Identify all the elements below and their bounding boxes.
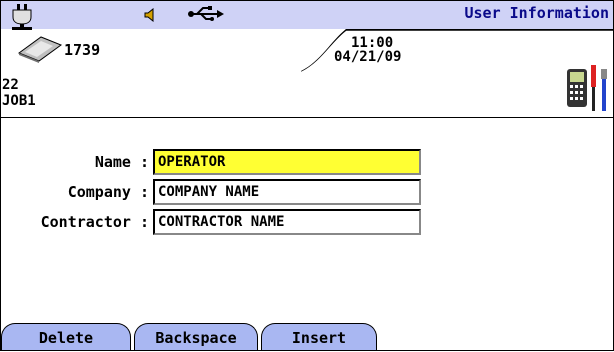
company-label: Company : [67,183,149,201]
page-title: User Information [464,4,610,22]
usb-icon [188,6,224,21]
job-number: 22 [2,77,19,93]
company-row: Company : [1,179,613,205]
tester-tools-icon [567,65,607,111]
contractor-label: Contractor : [40,213,149,231]
company-field[interactable] [153,179,421,205]
delete-button[interactable]: Delete [1,323,131,350]
contractor-row: Contractor : [1,209,613,235]
clock-date: 04/21/09 [334,49,402,65]
contractor-field[interactable] [153,209,421,235]
speaker-icon [144,8,154,22]
screen-frame: User Information 1739 11:00 04/21/09 22 … [0,0,614,351]
tester-device-icon [17,36,63,63]
power-plug-icon [12,4,32,30]
test-counter: 1739 [64,41,101,59]
name-label: Name : [94,153,149,171]
softkey-bar: Delete Backspace Insert [1,323,613,350]
header-divider [1,117,613,118]
insert-button[interactable]: Insert [261,323,377,350]
job-name: JOB1 [2,93,36,109]
name-field[interactable] [153,149,421,175]
backspace-button[interactable]: Backspace [134,323,258,350]
name-row: Name : [1,149,613,175]
